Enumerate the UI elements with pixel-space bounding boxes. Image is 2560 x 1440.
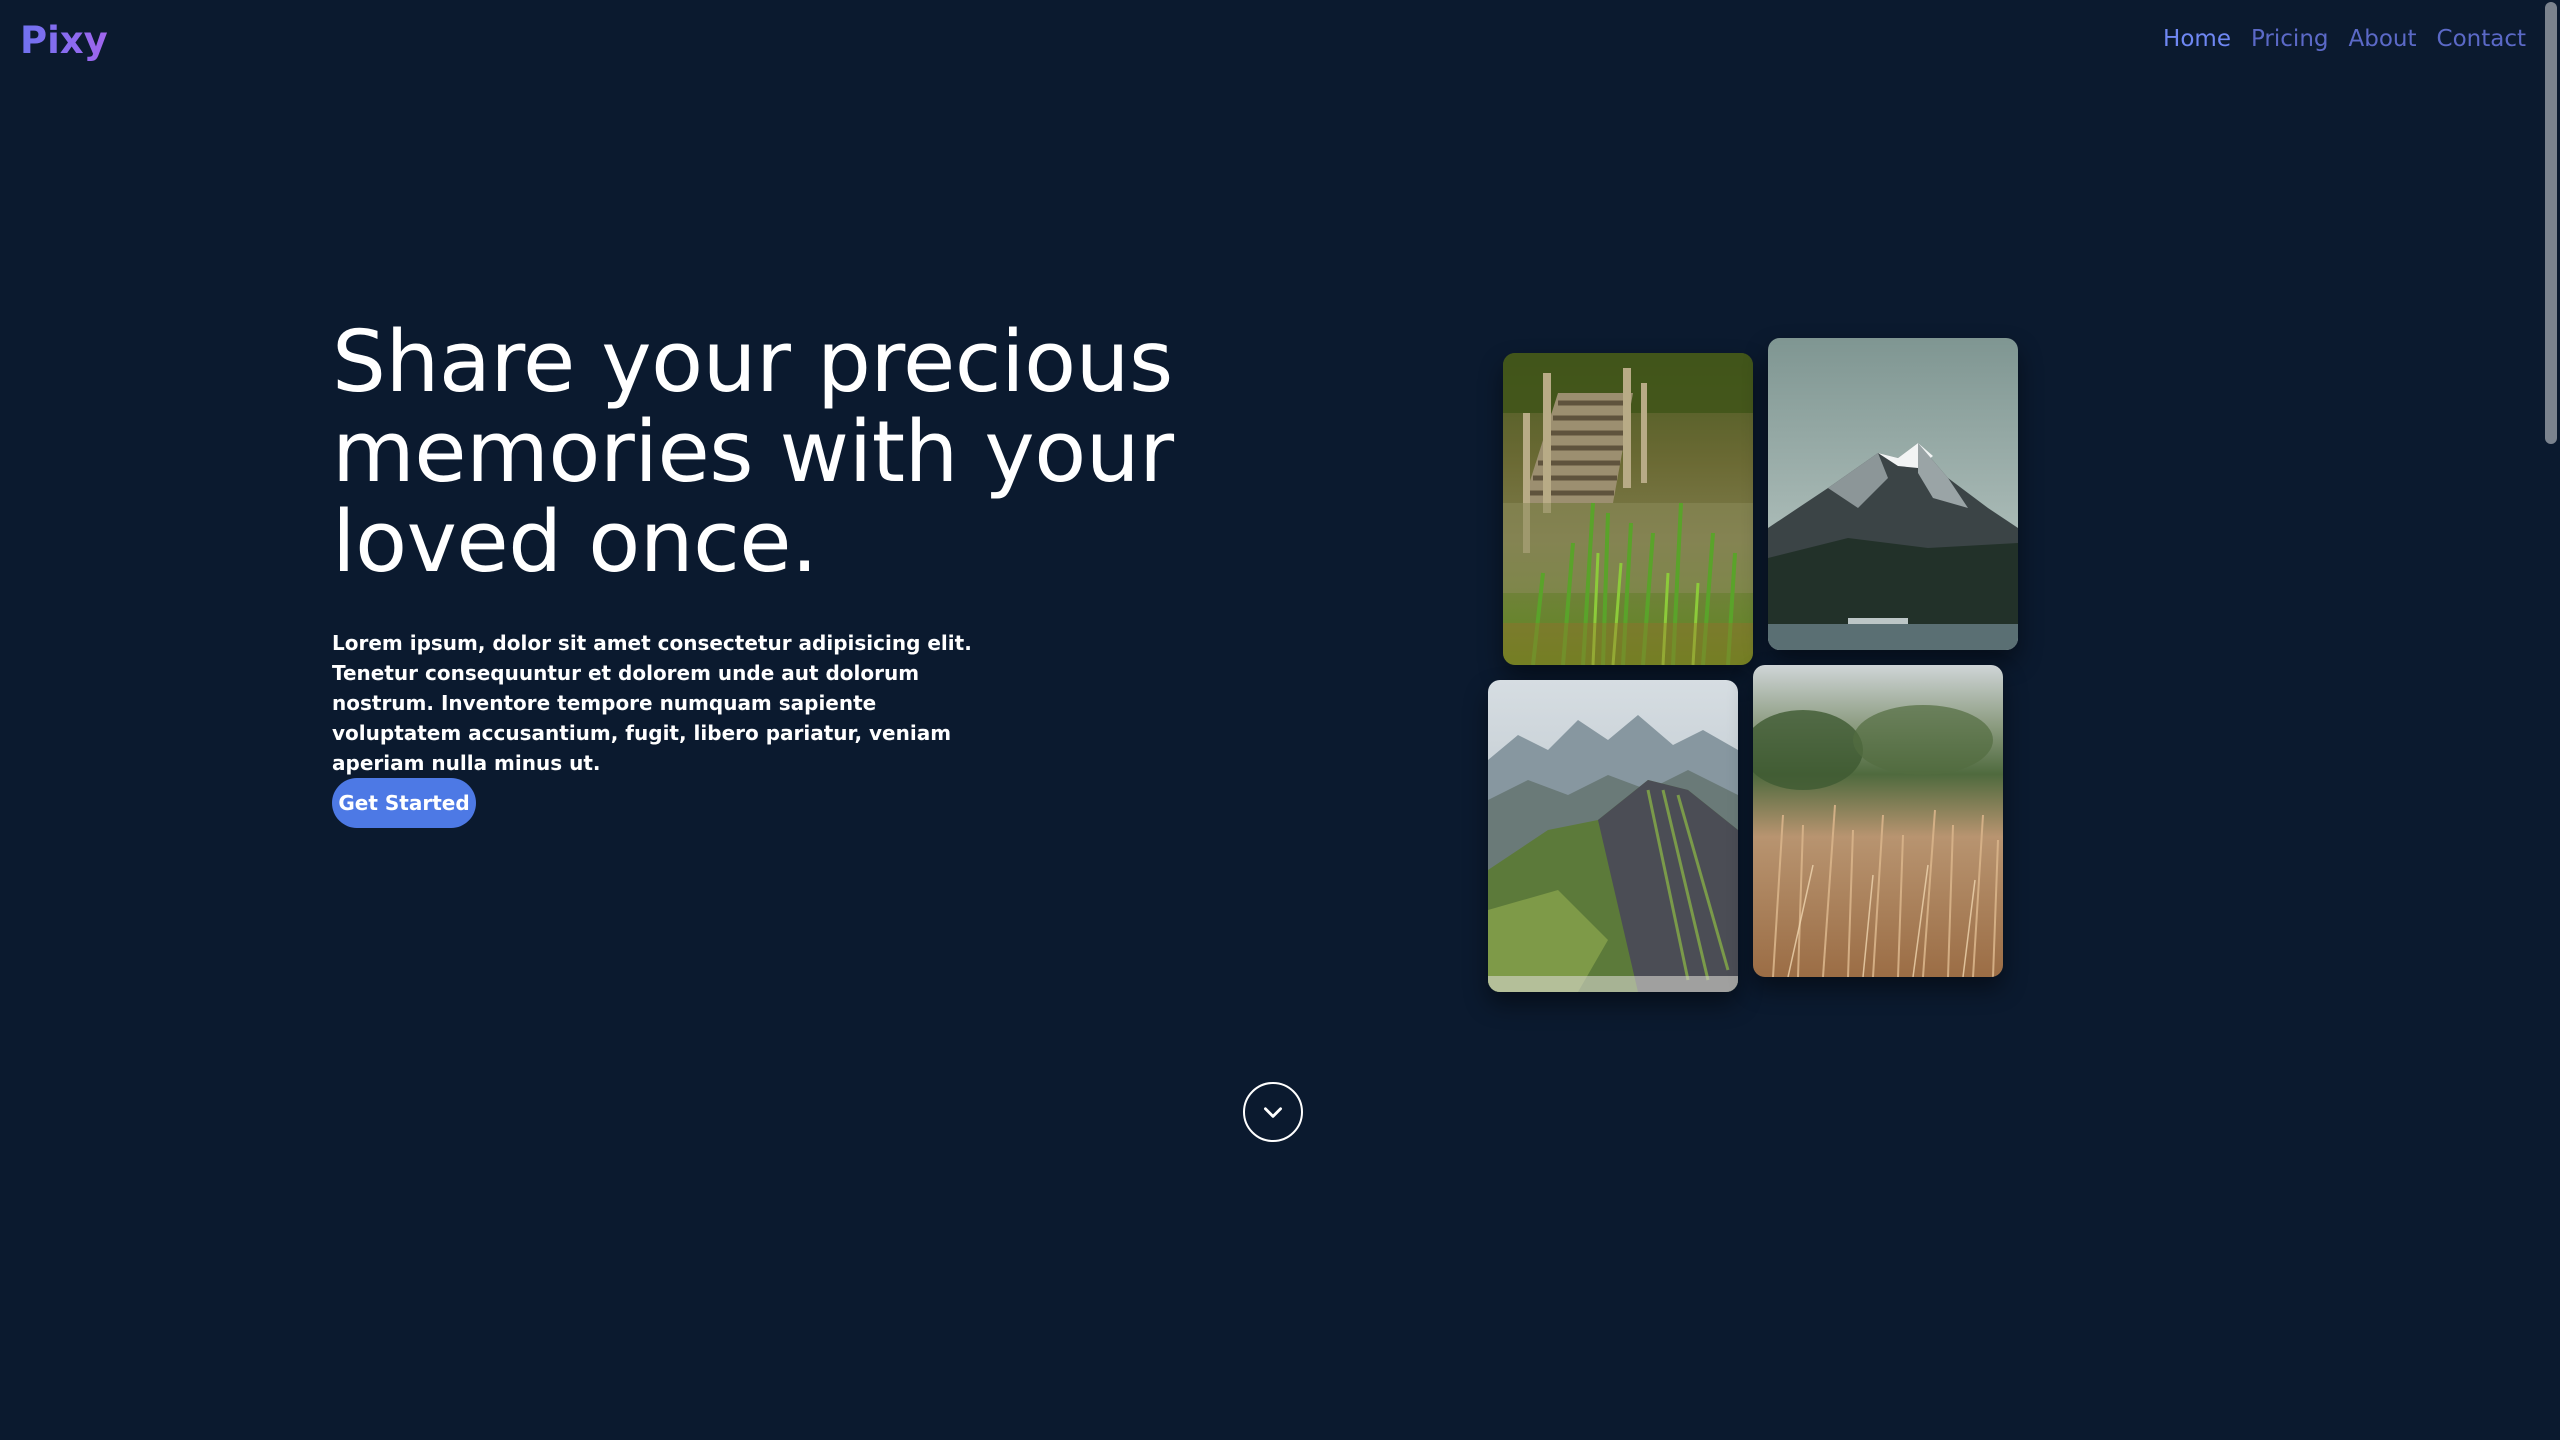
get-started-button[interactable]: Get Started	[332, 778, 476, 828]
main-nav: Home Pricing About Contact	[2163, 22, 2526, 56]
photo-mountain-ridges	[1488, 680, 1738, 992]
ridges-image	[1488, 680, 1738, 992]
pier-image	[1503, 353, 1753, 665]
nav-contact[interactable]: Contact	[2437, 22, 2526, 56]
nav-about[interactable]: About	[2349, 22, 2417, 56]
nav-pricing[interactable]: Pricing	[2251, 22, 2329, 56]
hero-description: Lorem ipsum, dolor sit amet consectetur …	[332, 631, 972, 775]
photo-snowy-mountain	[1768, 338, 2018, 650]
mountain-lake-image	[1768, 338, 2018, 650]
brand-logo[interactable]: Pixy	[20, 18, 108, 64]
scrollbar-thumb[interactable]	[2545, 2, 2557, 444]
page-scrollbar[interactable]	[2542, 0, 2560, 1440]
hero-title: Share your precious memories with your l…	[332, 313, 1174, 592]
grass-field-image	[1753, 665, 2003, 977]
nav-home[interactable]: Home	[2163, 22, 2231, 56]
scroll-down-button[interactable]	[1243, 1082, 1303, 1142]
photo-wooden-pier	[1503, 353, 1753, 665]
photo-dry-grass	[1753, 665, 2003, 977]
page: Pixy Home Pricing About Contact Share yo…	[0, 0, 2560, 1440]
chevron-down-icon	[1264, 1107, 1282, 1118]
